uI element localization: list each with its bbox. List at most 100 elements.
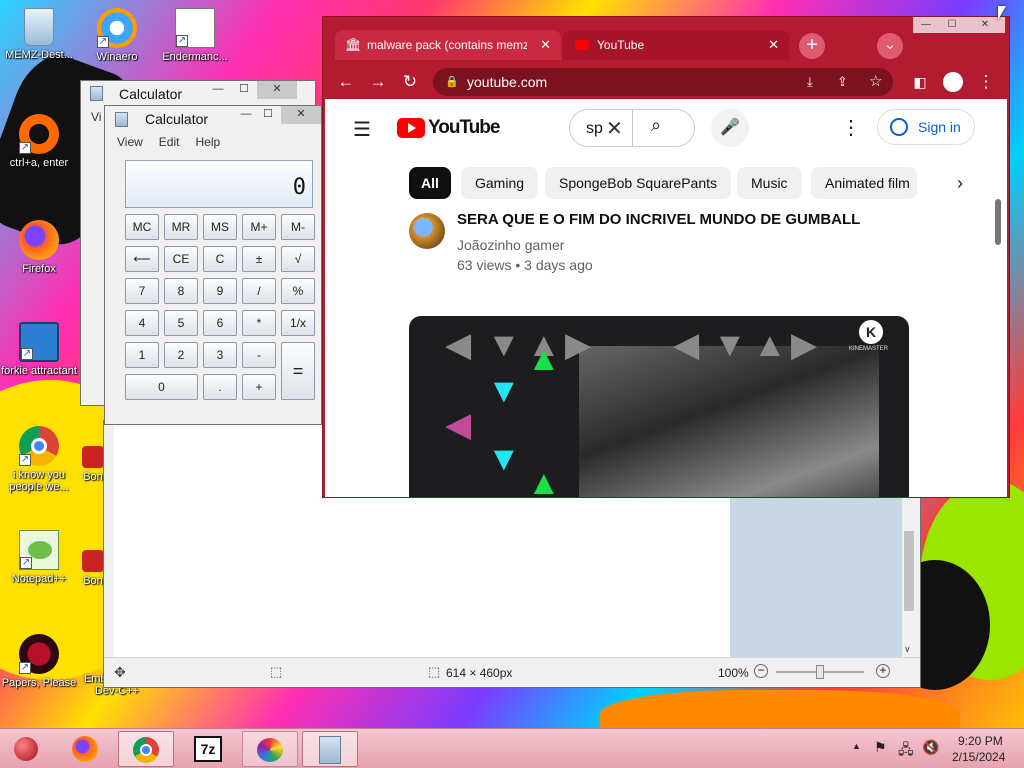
zoom-in-button[interactable]: + bbox=[876, 664, 890, 678]
equals-button[interactable]: = bbox=[281, 342, 315, 400]
tab-malware-pack[interactable]: 🏛 malware pack (contains memz... ✕ bbox=[335, 30, 561, 60]
divide-button[interactable]: / bbox=[242, 278, 276, 304]
clear-search-icon[interactable]: ✕ bbox=[606, 116, 623, 141]
menu-edit[interactable]: Edit bbox=[159, 135, 180, 149]
percent-button[interactable]: % bbox=[281, 278, 315, 304]
sqrt-button[interactable]: √ bbox=[281, 246, 315, 272]
subtract-button[interactable]: - bbox=[242, 342, 276, 368]
desktop-icon-chrome-shortcut[interactable]: ↗ i know you people we... bbox=[0, 426, 78, 493]
more-options-icon[interactable]: ⋮ bbox=[841, 115, 861, 140]
sign-in-button[interactable]: Sign in bbox=[877, 109, 975, 145]
clear-button[interactable]: C bbox=[203, 246, 237, 272]
share-icon[interactable]: ⇪ bbox=[837, 68, 848, 96]
multiply-button[interactable]: * bbox=[242, 310, 276, 336]
chip-spongebob[interactable]: SpongeBob SquarePants bbox=[545, 167, 732, 199]
scroll-down-icon[interactable]: ∨ bbox=[904, 644, 911, 655]
calculator-window[interactable]: Calculator — ☐ ✕ View Edit Help 0 MC MR … bbox=[104, 105, 322, 425]
channel-name[interactable]: Joãozinho gamer bbox=[457, 237, 564, 253]
m-plus-button[interactable]: M+ bbox=[242, 214, 276, 240]
forward-button[interactable]: → bbox=[367, 71, 389, 93]
hamburger-menu-icon[interactable]: ☰ bbox=[353, 117, 371, 142]
taskbar-ruby[interactable] bbox=[4, 731, 48, 767]
desktop-icon-winaero[interactable]: ↗ Winaero bbox=[78, 8, 156, 63]
chip-gaming[interactable]: Gaming bbox=[461, 167, 539, 199]
tab-search-button[interactable]: ⌄ bbox=[877, 33, 903, 59]
desktop-icon-endermanch[interactable]: ↗ Endermanc... bbox=[156, 8, 234, 63]
side-panel-icon[interactable]: ◧ bbox=[909, 71, 931, 93]
search-icon[interactable]: ⌕ bbox=[651, 115, 661, 136]
reload-button[interactable]: ↻ bbox=[399, 71, 421, 93]
address-bar[interactable]: 🔒 youtube.com ⤓ ⇪ ☆ bbox=[433, 68, 893, 96]
chrome-window[interactable]: 🏛 malware pack (contains memz... ✕ YouTu… bbox=[322, 16, 1010, 498]
chip-all[interactable]: All bbox=[409, 167, 451, 199]
taskbar-firefox[interactable] bbox=[58, 731, 114, 767]
desktop-icon-notepadpp[interactable]: ↗ Notepad++ bbox=[0, 530, 78, 585]
back-button[interactable]: ← bbox=[335, 71, 357, 93]
maximize-button[interactable]: ☐ bbox=[939, 17, 965, 33]
search-input[interactable]: sp bbox=[586, 120, 603, 138]
menu-view[interactable]: View bbox=[117, 135, 143, 149]
reciprocal-button[interactable]: 1/x bbox=[281, 310, 315, 336]
digit-5-button[interactable]: 5 bbox=[164, 310, 198, 336]
zoom-slider[interactable] bbox=[776, 665, 864, 679]
close-button[interactable]: ✕ bbox=[281, 106, 321, 124]
digit-1-button[interactable]: 1 bbox=[125, 342, 159, 368]
desktop-icon-ctrl-a[interactable]: ↗ ctrl+a, enter bbox=[0, 114, 78, 169]
digit-8-button[interactable]: 8 bbox=[164, 278, 198, 304]
network-icon[interactable]: 🖧 bbox=[898, 739, 914, 763]
search-box[interactable]: sp ✕ bbox=[569, 109, 695, 147]
zoom-out-button[interactable]: − bbox=[754, 664, 768, 678]
youtube-logo[interactable]: YouTube bbox=[397, 117, 500, 139]
maximize-button[interactable]: ☐ bbox=[231, 81, 257, 99]
digit-2-button[interactable]: 2 bbox=[164, 342, 198, 368]
chips-next-icon[interactable]: › bbox=[957, 173, 963, 194]
digit-7-button[interactable]: 7 bbox=[125, 278, 159, 304]
mr-button[interactable]: MR bbox=[164, 214, 198, 240]
minimize-button[interactable]: — bbox=[913, 17, 939, 33]
mc-button[interactable]: MC bbox=[125, 214, 159, 240]
backspace-button[interactable]: ⟵ bbox=[125, 246, 159, 272]
taskbar-chrome[interactable] bbox=[118, 731, 174, 767]
profile-avatar-icon[interactable] bbox=[943, 72, 963, 92]
plus-minus-button[interactable]: ± bbox=[242, 246, 276, 272]
desktop-icon-forkie[interactable]: ↗ forkie attractant bbox=[0, 322, 78, 377]
decimal-button[interactable]: . bbox=[203, 374, 237, 400]
chip-animated-film[interactable]: Animated film bbox=[811, 167, 917, 199]
add-button[interactable]: + bbox=[242, 374, 276, 400]
video-thumbnail[interactable]: ◀ ▼ ▲ ▶ ▲ ◀ ▼ ▲ ▶ ▼ ◀ ▼ ▲ K KINEMASTER bbox=[409, 316, 909, 497]
chip-music[interactable]: Music bbox=[737, 167, 802, 199]
clock-time[interactable]: 9:20 PM bbox=[958, 734, 1003, 748]
page-scrollbar[interactable] bbox=[995, 199, 1001, 245]
new-tab-button[interactable]: + bbox=[799, 33, 825, 59]
digit-6-button[interactable]: 6 bbox=[203, 310, 237, 336]
close-tab-button[interactable]: ✕ bbox=[768, 37, 779, 53]
more-menu-icon[interactable]: ⋮ bbox=[975, 71, 997, 93]
taskbar-calculator[interactable] bbox=[302, 731, 358, 767]
flag-icon[interactable]: ⚑ bbox=[874, 739, 887, 756]
channel-avatar[interactable] bbox=[409, 213, 445, 249]
taskbar-paint[interactable] bbox=[242, 731, 298, 767]
ms-button[interactable]: MS bbox=[203, 214, 237, 240]
digit-0-button[interactable]: 0 bbox=[125, 374, 198, 400]
close-button[interactable]: ✕ bbox=[257, 81, 297, 99]
digit-3-button[interactable]: 3 bbox=[203, 342, 237, 368]
show-hidden-icons[interactable]: ▲ bbox=[852, 741, 861, 751]
menu-help[interactable]: Help bbox=[195, 135, 220, 149]
digit-9-button[interactable]: 9 bbox=[203, 278, 237, 304]
ce-button[interactable]: CE bbox=[164, 246, 198, 272]
microphone-icon[interactable]: 🎤 bbox=[711, 109, 749, 147]
m-minus-button[interactable]: M- bbox=[281, 214, 315, 240]
menu-view[interactable]: Vi bbox=[91, 110, 101, 124]
minimize-button[interactable]: — bbox=[205, 81, 231, 99]
taskbar-7zip[interactable]: 7z bbox=[180, 731, 236, 767]
desktop-icon-papers-please[interactable]: ↗ Papers, Please bbox=[0, 634, 78, 689]
bookmark-star-icon[interactable]: ☆ bbox=[869, 68, 882, 96]
digit-4-button[interactable]: 4 bbox=[125, 310, 159, 336]
clock-date[interactable]: 2/15/2024 bbox=[952, 750, 1005, 764]
desktop-icon-firefox[interactable]: Firefox bbox=[0, 220, 78, 275]
desktop-icon-memz[interactable]: MEMZ-Dest... bbox=[0, 8, 78, 61]
tab-youtube[interactable]: YouTube ✕ bbox=[563, 30, 789, 60]
install-icon[interactable]: ⤓ bbox=[807, 68, 813, 96]
maximize-button[interactable]: ☐ bbox=[255, 106, 281, 124]
volume-muted-icon[interactable]: 🔇 bbox=[922, 739, 939, 756]
